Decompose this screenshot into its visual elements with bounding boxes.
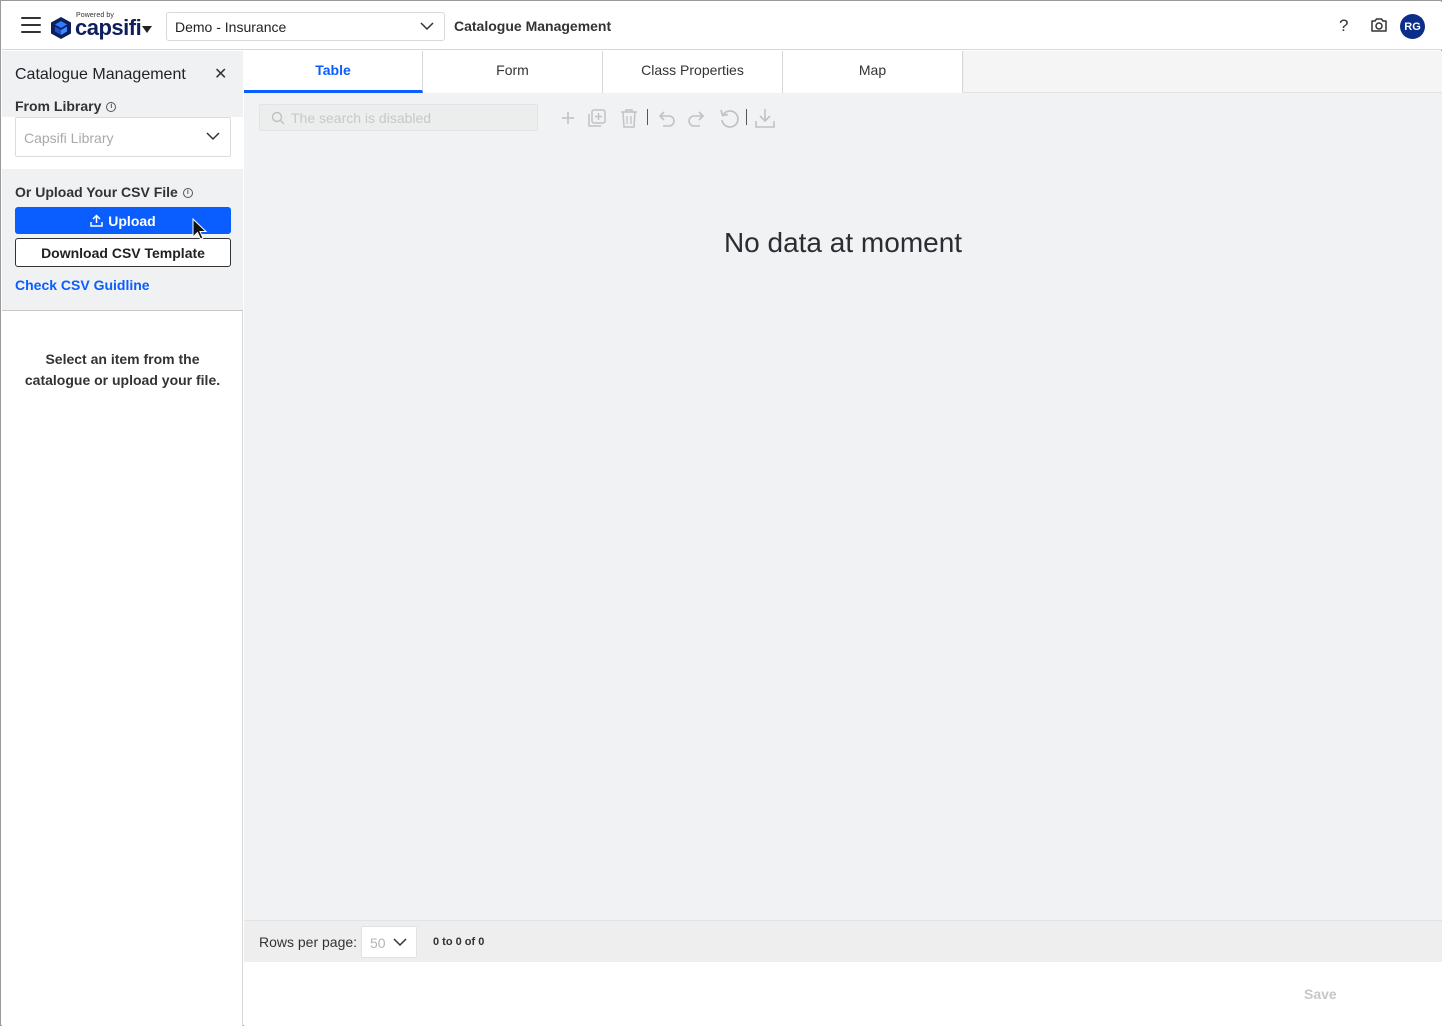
logo-caret-icon[interactable] <box>142 26 152 33</box>
duplicate-icon[interactable] <box>586 107 608 129</box>
pagination-bar: Rows per page: 50 0 to 0 of 0 <box>244 920 1442 962</box>
main-panel: Table Form Class Properties Map The sear… <box>244 51 1442 1026</box>
top-bar: Powered by capsifi Demo - Insurance Cata… <box>2 2 1442 50</box>
chevron-down-icon <box>393 938 407 947</box>
info-icon[interactable]: i <box>182 188 193 199</box>
tab-form[interactable]: Form <box>423 51 603 93</box>
sidebar-top-panel: Catalogue Management ✕ From Library i Cap… <box>2 51 243 311</box>
help-icon[interactable]: ? <box>1339 16 1348 36</box>
search-input[interactable] <box>291 109 521 127</box>
redo-icon[interactable] <box>686 107 708 129</box>
delete-icon[interactable] <box>618 107 640 129</box>
toolbar-divider <box>647 109 648 125</box>
catalogue-sidebar: Catalogue Management ✕ From Library i Cap… <box>2 51 243 1026</box>
rows-per-page-value: 50 <box>370 935 386 951</box>
library-select-container: Capsifi Library <box>2 117 243 169</box>
sidebar-title: Catalogue Management <box>15 66 186 83</box>
upload-button-label: Upload <box>108 212 156 229</box>
logo-wordmark: capsifi <box>75 15 142 40</box>
table-toolbar <box>244 93 1442 143</box>
tab-strip-filler <box>964 51 1442 93</box>
camera-icon[interactable] <box>1370 17 1388 33</box>
download-icon[interactable] <box>754 107 776 129</box>
toolbar-divider <box>746 109 747 125</box>
search-box[interactable] <box>259 104 538 131</box>
empty-table-message: No data at moment <box>723 227 963 258</box>
check-csv-guideline-link[interactable]: Check CSV Guidline <box>15 277 150 293</box>
search-icon <box>271 111 285 125</box>
info-icon[interactable]: i <box>106 102 117 113</box>
download-csv-template-button[interactable]: Download CSV Template <box>15 238 231 267</box>
close-icon[interactable]: ✕ <box>214 67 227 83</box>
chevron-down-icon <box>420 22 434 31</box>
avatar[interactable]: RG <box>1400 14 1425 39</box>
undo-icon[interactable] <box>655 107 677 129</box>
sidebar-empty-message: Select an item from the catalogue or upl… <box>24 351 221 388</box>
save-button[interactable]: Save <box>1304 986 1337 1002</box>
mouse-cursor-icon <box>192 218 208 240</box>
tab-map[interactable]: Map <box>783 51 963 93</box>
workspace-value: Demo - Insurance <box>175 19 287 35</box>
rows-per-page-label: Rows per page: <box>259 934 358 950</box>
rows-per-page-select[interactable]: 50 <box>361 926 417 958</box>
logo-hex-icon <box>51 17 71 39</box>
app-window: Powered by capsifi Demo - Insurance Cata… <box>0 0 1442 1026</box>
workspace-select[interactable]: Demo - Insurance <box>166 12 445 41</box>
menu-icon[interactable] <box>21 17 41 35</box>
chevron-down-icon <box>206 132 220 141</box>
footer-bar: Save <box>244 962 1442 1026</box>
library-placeholder: Capsifi Library <box>24 130 114 146</box>
page-title: Catalogue Management <box>454 18 612 34</box>
upload-csv-label: Or Upload Your CSV File i <box>15 184 193 200</box>
from-library-label: From Library i <box>15 98 117 114</box>
add-icon[interactable] <box>557 107 579 129</box>
tab-table[interactable]: Table <box>244 51 423 93</box>
library-select[interactable]: Capsifi Library <box>15 117 231 157</box>
tab-class-properties[interactable]: Class Properties <box>603 51 783 93</box>
view-tabs: Table Form Class Properties Map <box>244 51 1442 93</box>
capsifi-logo[interactable]: Powered by capsifi <box>49 11 155 41</box>
reset-icon[interactable] <box>718 107 740 129</box>
upload-icon <box>90 214 104 227</box>
page-range-info: 0 to 0 of 0 <box>433 936 485 948</box>
